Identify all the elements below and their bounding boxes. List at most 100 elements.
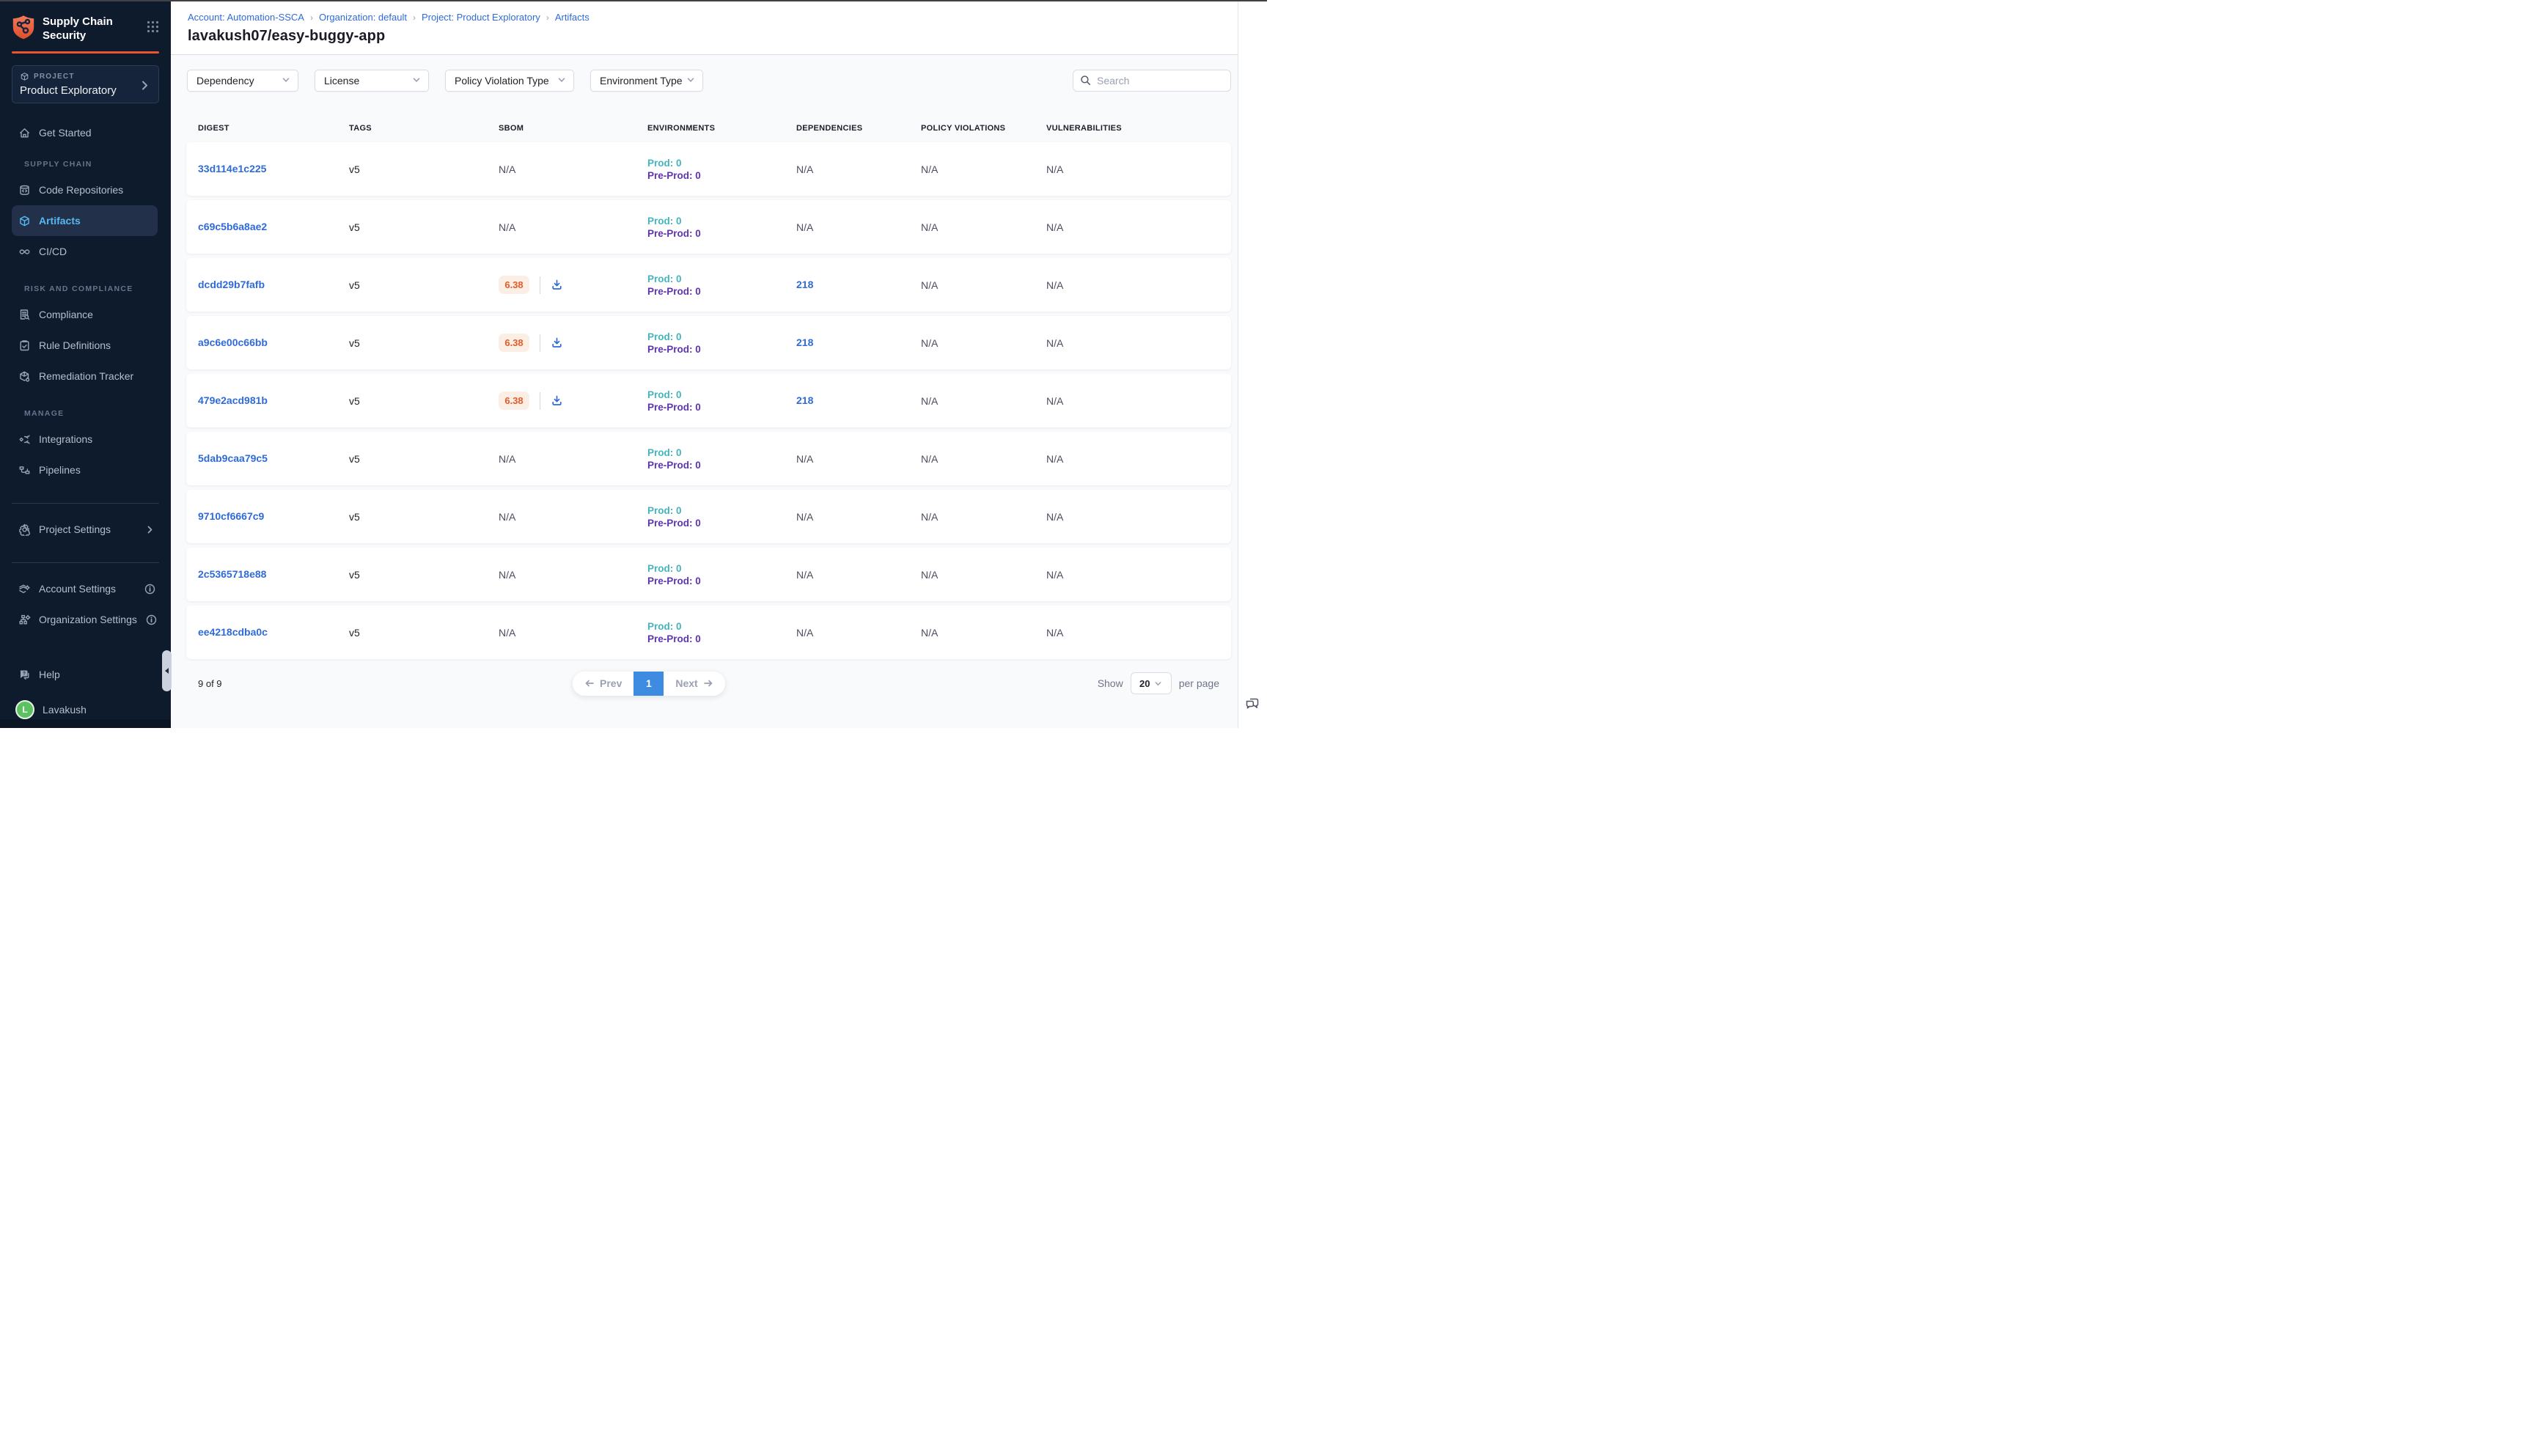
env-preprod-count: Pre-Prod: 0 <box>647 344 796 355</box>
column-header-dependencies: DEPENDENCIES <box>796 124 921 133</box>
column-header-tags: TAGS <box>349 124 499 133</box>
page-size-control: Show 20 per page <box>1098 672 1219 694</box>
dependencies-cell: N/A <box>796 221 921 233</box>
sidebar-item-label: Get Started <box>39 127 92 139</box>
filter-policy-violation-type[interactable]: Policy Violation Type <box>445 70 574 92</box>
next-page-button[interactable]: Next <box>664 672 724 696</box>
remediation-box-icon <box>18 370 31 383</box>
policy-violations-value: N/A <box>921 453 1046 465</box>
page-size-select[interactable]: 20 <box>1131 672 1172 694</box>
per-page-label: per page <box>1179 677 1219 689</box>
layers-gear-icon <box>18 583 31 595</box>
vulnerabilities-value: N/A <box>1046 395 1219 407</box>
sidebar-item-remediation-tracker[interactable]: Remediation Tracker <box>0 361 171 391</box>
env-preprod-count: Pre-Prod: 0 <box>647 170 796 181</box>
column-header-sbom: SBOM <box>499 124 647 133</box>
digest-link[interactable]: 2c5365718e88 <box>198 568 266 580</box>
brand-accent-divider <box>12 51 159 54</box>
sbom-download-button[interactable] <box>549 277 565 293</box>
vulnerabilities-value: N/A <box>1046 221 1219 233</box>
chevron-down-icon <box>557 75 566 87</box>
breadcrumb-link-organization-default[interactable]: Organization: default <box>319 12 407 23</box>
dependencies-cell: N/A <box>796 163 921 175</box>
digest-link[interactable]: a9c6e00c66bb <box>198 337 268 348</box>
sbom-download-button[interactable] <box>549 393 565 408</box>
page-1-button[interactable]: 1 <box>634 672 664 696</box>
project-selector[interactable]: PROJECT Product Exploratory <box>12 65 159 103</box>
sidebar-item-artifacts[interactable]: Artifacts <box>12 205 158 236</box>
env-prod-count: Prod: 0 <box>647 273 796 284</box>
vulnerabilities-value: N/A <box>1046 453 1219 465</box>
column-header-digest: DIGEST <box>198 124 349 133</box>
dependencies-link[interactable]: 218 <box>796 394 813 406</box>
chevron-down-icon <box>686 75 695 87</box>
right-utility-strip <box>1238 1 1267 728</box>
breadcrumb-link-artifacts[interactable]: Artifacts <box>555 12 590 23</box>
sidebar: Supply Chain Security PROJECT Product Ex… <box>0 0 171 728</box>
breadcrumb-link-account-automation-ssca[interactable]: Account: Automation-SSCA <box>188 12 304 23</box>
dependencies-cell: 218 <box>796 394 921 408</box>
tag-value: v5 <box>349 337 499 349</box>
org-gear-icon <box>18 614 31 626</box>
env-preprod-count: Pre-Prod: 0 <box>647 402 796 413</box>
table-row: 479e2acd981b v5 6.38 Prod: 0 Pre-Prod: 0… <box>186 374 1231 427</box>
digest-link[interactable]: 479e2acd981b <box>198 394 268 406</box>
env-prod-count: Prod: 0 <box>647 563 796 574</box>
tag-value: v5 <box>349 627 499 639</box>
filter-label: Policy Violation Type <box>455 75 549 87</box>
dependencies-link[interactable]: 218 <box>796 337 813 348</box>
sidebar-collapse-handle[interactable] <box>162 650 172 691</box>
digest-link[interactable]: c69c5b6a8ae2 <box>198 221 267 232</box>
info-icon <box>144 583 156 595</box>
dependencies-cell: 218 <box>796 337 921 350</box>
filter-license[interactable]: License <box>315 70 429 92</box>
env-prod-count: Prod: 0 <box>647 216 796 227</box>
nav-section-manage: MANAGE <box>24 409 171 424</box>
filter-label: Dependency <box>197 75 254 87</box>
filter-environment-type[interactable]: Environment Type <box>590 70 703 92</box>
sbom-cell: N/A <box>499 569 647 581</box>
env-prod-count: Prod: 0 <box>647 447 796 458</box>
feedback-chat-icon[interactable] <box>1244 696 1260 712</box>
filter-dependency[interactable]: Dependency <box>187 70 298 92</box>
breadcrumb-link-project-product-exploratory[interactable]: Project: Product Exploratory <box>422 12 540 23</box>
sidebar-item-get-started[interactable]: Get Started <box>0 117 171 148</box>
sidebar-item-account-settings[interactable]: Account Settings <box>0 573 171 604</box>
dependencies-cell: N/A <box>796 511 921 523</box>
sidebar-item-compliance[interactable]: Compliance <box>0 299 171 330</box>
sbom-download-button[interactable] <box>549 335 565 350</box>
search-input[interactable] <box>1073 70 1231 92</box>
sbom-cell: N/A <box>499 163 647 175</box>
env-prod-count: Prod: 0 <box>647 158 796 169</box>
dependencies-link[interactable]: 218 <box>796 279 813 290</box>
module-switcher-icon[interactable] <box>147 21 159 33</box>
pagination-row: 9 of 9 Prev 1 Next Show 20 <box>186 671 1231 696</box>
digest-link[interactable]: 5dab9caa79c5 <box>198 452 268 464</box>
environments-cell: Prod: 0 Pre-Prod: 0 <box>647 447 796 471</box>
vulnerabilities-value: N/A <box>1046 569 1219 581</box>
sidebar-footer-strip <box>0 719 171 728</box>
column-header-environments: ENVIRONMENTS <box>647 124 796 133</box>
pager: Prev 1 Next <box>573 672 725 696</box>
env-prod-count: Prod: 0 <box>647 389 796 400</box>
sidebar-item-project-settings[interactable]: Project Settings <box>0 514 171 545</box>
environments-cell: Prod: 0 Pre-Prod: 0 <box>647 331 796 355</box>
sidebar-item-organization-settings[interactable]: Organization Settings <box>0 604 171 635</box>
digest-link[interactable]: ee4218cdba0c <box>198 626 268 638</box>
sbom-cell: N/A <box>499 221 647 233</box>
sidebar-item-integrations[interactable]: Integrations <box>0 424 171 455</box>
digest-link[interactable]: dcdd29b7fafb <box>198 279 265 290</box>
app-window: Supply Chain Security PROJECT Product Ex… <box>0 0 1267 728</box>
environments-cell: Prod: 0 Pre-Prod: 0 <box>647 216 796 239</box>
sidebar-item-rule-definitions[interactable]: Rule Definitions <box>0 330 171 361</box>
dependencies-cell: N/A <box>796 627 921 639</box>
sidebar-item-help[interactable]: ? Help <box>0 659 171 690</box>
sbom-value: N/A <box>499 221 515 233</box>
sidebar-item-code-repositories[interactable]: Code Repositories <box>0 174 171 205</box>
digest-link[interactable]: 33d114e1c225 <box>198 163 266 174</box>
sidebar-item-ci-cd[interactable]: CI/CD <box>0 236 171 267</box>
prev-page-button[interactable]: Prev <box>573 672 634 696</box>
window-top-edge <box>0 0 1267 1</box>
sidebar-item-pipelines[interactable]: Pipelines <box>0 455 171 485</box>
digest-link[interactable]: 9710cf6667c9 <box>198 510 264 522</box>
